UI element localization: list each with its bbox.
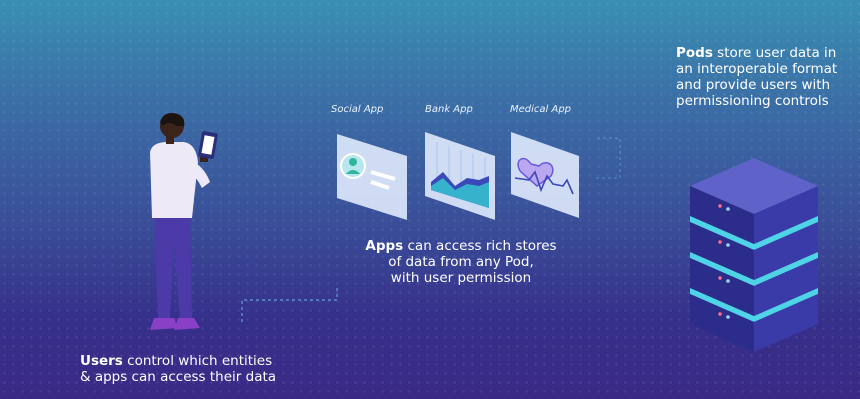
pods-caption-line3: and provide users with bbox=[676, 77, 831, 93]
app-label-bank: Bank App bbox=[425, 104, 473, 115]
users-caption-bold: Users bbox=[80, 353, 123, 369]
pods-caption-line1: store user data in bbox=[712, 45, 837, 61]
app-label-social: Social App bbox=[331, 104, 384, 115]
pod-server-stack bbox=[680, 150, 830, 370]
pods-caption: Pods store user data in an interoperable… bbox=[676, 45, 856, 109]
apps-caption-line3: with user permission bbox=[390, 270, 532, 286]
medical-app-card bbox=[507, 128, 587, 223]
apps-caption-bold: Apps bbox=[365, 238, 404, 254]
apps-caption-line2: of data from any Pod, bbox=[388, 254, 534, 270]
users-caption: Users control which entities & apps can … bbox=[80, 353, 300, 385]
pods-caption-line2: an interoperable format bbox=[676, 61, 838, 77]
users-caption-line2: & apps can access their data bbox=[80, 369, 277, 385]
apps-caption-line1: can access rich stores bbox=[403, 238, 557, 254]
diagram-canvas: Pods store user data in an interoperable… bbox=[0, 0, 860, 399]
apps-caption: Apps can access rich stores of data from… bbox=[361, 238, 561, 286]
social-app-card bbox=[333, 128, 413, 223]
users-caption-line1: control which entities bbox=[122, 353, 273, 369]
person-with-tablet-illustration bbox=[140, 112, 235, 342]
pods-caption-bold: Pods bbox=[676, 45, 713, 61]
app-label-medical: Medical App bbox=[510, 104, 572, 115]
pods-caption-line4: permissioning controls bbox=[676, 93, 829, 109]
bank-app-card bbox=[421, 128, 501, 223]
server-icon bbox=[690, 158, 818, 352]
